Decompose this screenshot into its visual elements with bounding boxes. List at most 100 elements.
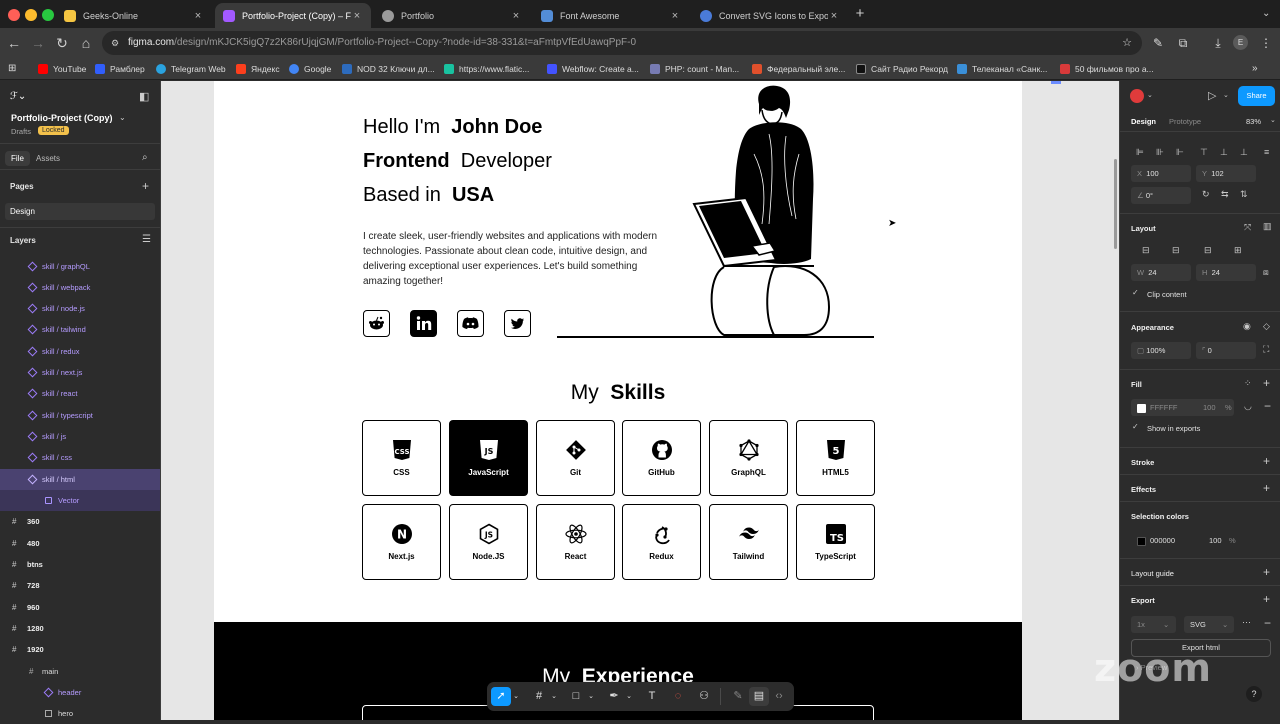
- layer-row[interactable]: # main: [0, 661, 160, 682]
- remove-export-icon[interactable]: −: [1264, 616, 1271, 630]
- selection-color-swatch[interactable]: [1137, 536, 1146, 546]
- show-in-exports-checkbox[interactable]: ✓: [1132, 422, 1139, 431]
- comment-tool-icon[interactable]: ◌: [668, 687, 688, 706]
- rotate-90-icon[interactable]: ↻: [1202, 189, 1210, 200]
- layer-row[interactable]: skill / graphQL: [0, 256, 160, 277]
- align-bottom-icon[interactable]: ⊥: [1240, 147, 1248, 158]
- download-icon[interactable]: ⤓: [1210, 35, 1226, 51]
- skill-card[interactable]: React: [536, 504, 615, 580]
- discord-button[interactable]: [457, 310, 484, 337]
- home-icon[interactable]: ⌂: [78, 35, 94, 51]
- add-page-icon[interactable]: +: [142, 179, 149, 193]
- skill-card[interactable]: TS TypeScript: [796, 504, 875, 580]
- skills-title[interactable]: My Skills: [214, 381, 1022, 405]
- layer-row[interactable]: hero: [0, 703, 160, 724]
- skill-card[interactable]: GitHub: [622, 420, 701, 496]
- bookmark-item[interactable]: Яндекс: [236, 62, 280, 76]
- minimize-window-button[interactable]: [25, 9, 37, 21]
- browser-menu-icon[interactable]: ⋮: [1258, 35, 1274, 51]
- export-settings-icon[interactable]: ⋯: [1242, 617, 1251, 628]
- draw-mode-icon[interactable]: ✎: [728, 687, 748, 706]
- pen-tool-chevron-icon[interactable]: ⌄: [624, 687, 634, 706]
- actions-tool-icon[interactable]: ⚇: [694, 687, 714, 706]
- frame-tool-chevron-icon[interactable]: ⌄: [549, 687, 559, 706]
- add-fill-icon[interactable]: +: [1263, 376, 1270, 390]
- file-menu-chevron-icon[interactable]: ⌄: [119, 113, 126, 122]
- remove-fill-icon[interactable]: −: [1264, 399, 1271, 413]
- avatar-chevron-icon[interactable]: ⌄: [1147, 91, 1153, 99]
- selection-color-row[interactable]: 000000 100%: [1131, 532, 1236, 549]
- layer-row[interactable]: skill / js: [0, 426, 160, 447]
- share-button[interactable]: Share: [1238, 86, 1275, 106]
- align-center-h-icon[interactable]: ⊪: [1156, 147, 1164, 158]
- y-position-field[interactable]: Y 102: [1196, 165, 1256, 182]
- dev-mode-icon[interactable]: ‹›: [769, 687, 789, 706]
- page-item-design[interactable]: Design: [5, 203, 155, 220]
- skill-card[interactable]: Redux: [622, 504, 701, 580]
- layer-row[interactable]: Vector: [0, 490, 160, 511]
- zoom-level[interactable]: 83%: [1246, 117, 1261, 126]
- design-canvas[interactable]: Hello I'm John Doe Frontend Developer Ba…: [161, 81, 1119, 720]
- zoom-window-button[interactable]: [42, 9, 54, 21]
- flip-vertical-icon[interactable]: ⇅: [1240, 189, 1248, 200]
- align-center-v-icon[interactable]: ⊥: [1220, 147, 1228, 158]
- figma-menu-icon[interactable]: ℱ⌄: [10, 91, 26, 102]
- search-layers-icon[interactable]: ⌕: [142, 152, 148, 163]
- skill-card[interactable]: Git: [536, 420, 615, 496]
- add-effect-icon[interactable]: +: [1263, 481, 1270, 495]
- pen-tool-icon[interactable]: ✒: [604, 687, 624, 706]
- forward-arrow-icon[interactable]: →: [30, 35, 46, 51]
- figma-extension-icon[interactable]: ✎: [1150, 35, 1166, 51]
- layers-list-icon[interactable]: ☰: [142, 234, 151, 245]
- layer-row[interactable]: #1280: [0, 618, 160, 639]
- profile-avatar[interactable]: E: [1233, 35, 1248, 50]
- close-tab-icon[interactable]: ×: [192, 10, 204, 22]
- site-info-icon[interactable]: ⚙: [111, 31, 119, 55]
- linkedin-button[interactable]: [410, 310, 437, 337]
- align-right-icon[interactable]: ⊩: [1176, 147, 1184, 158]
- close-tab-icon[interactable]: ×: [510, 10, 522, 22]
- hide-fill-icon[interactable]: ◡: [1244, 401, 1252, 412]
- bookmark-item[interactable]: Телеканал «Санк...: [957, 62, 1047, 76]
- layer-row[interactable]: skill / node.js: [0, 298, 160, 319]
- layer-row[interactable]: skill / webpack: [0, 277, 160, 298]
- user-avatar[interactable]: [1130, 89, 1144, 103]
- layer-row[interactable]: #360: [0, 511, 160, 532]
- new-tab-button[interactable]: +: [852, 6, 868, 22]
- layer-row[interactable]: skill / css: [0, 447, 160, 468]
- flip-horizontal-icon[interactable]: ⇆: [1221, 189, 1229, 200]
- skill-card-selected[interactable]: JS JavaScript: [449, 420, 528, 496]
- layer-row[interactable]: skill / typescript: [0, 405, 160, 426]
- layer-row[interactable]: skill / next.js: [0, 362, 160, 383]
- browser-tab[interactable]: Geeks-Online ×: [56, 3, 212, 28]
- blend-mode-icon[interactable]: ◇: [1263, 321, 1270, 332]
- layer-row[interactable]: skill / redux: [0, 341, 160, 362]
- canvas-scrollbar[interactable]: [1114, 159, 1117, 249]
- bookmark-item[interactable]: Google: [289, 62, 331, 76]
- distribute-icon[interactable]: ≡: [1264, 147, 1269, 157]
- bookmark-item[interactable]: Telegram Web: [156, 62, 226, 76]
- add-layout-guide-icon[interactable]: +: [1263, 565, 1270, 579]
- tab-file[interactable]: File: [5, 151, 30, 166]
- skill-card[interactable]: 5 HTML5: [796, 420, 875, 496]
- bookmark-item[interactable]: Сайт Радио Рекорд: [856, 62, 948, 76]
- present-chevron-icon[interactable]: ⌄: [1223, 91, 1229, 99]
- fill-swatch[interactable]: [1137, 403, 1146, 413]
- shape-tool-chevron-icon[interactable]: ⌄: [586, 687, 596, 706]
- browser-tab[interactable]: Font Awesome ×: [533, 3, 689, 28]
- close-tab-icon[interactable]: ×: [669, 10, 681, 22]
- bookmark-item[interactable]: 50 фильмов про а...: [1060, 62, 1154, 76]
- skill-card[interactable]: N Next.js: [362, 504, 441, 580]
- bookmark-item[interactable]: YouTube: [38, 62, 86, 76]
- layout-option-icon[interactable]: ⊟: [1204, 245, 1212, 256]
- tab-search-icon[interactable]: ⌄: [1262, 7, 1274, 21]
- layer-row[interactable]: #960: [0, 597, 160, 618]
- layout-option-icon[interactable]: ⊟: [1172, 245, 1180, 256]
- layer-row[interactable]: header: [0, 682, 160, 703]
- present-play-icon[interactable]: ▷: [1208, 89, 1216, 102]
- layer-row[interactable]: # btns: [0, 554, 160, 575]
- more-bookmarks-icon[interactable]: »: [1252, 62, 1258, 76]
- constrain-proportions-icon[interactable]: ⧈: [1263, 267, 1269, 278]
- visibility-eye-icon[interactable]: ◉: [1243, 321, 1251, 332]
- clip-content-checkbox[interactable]: ✓: [1132, 288, 1139, 297]
